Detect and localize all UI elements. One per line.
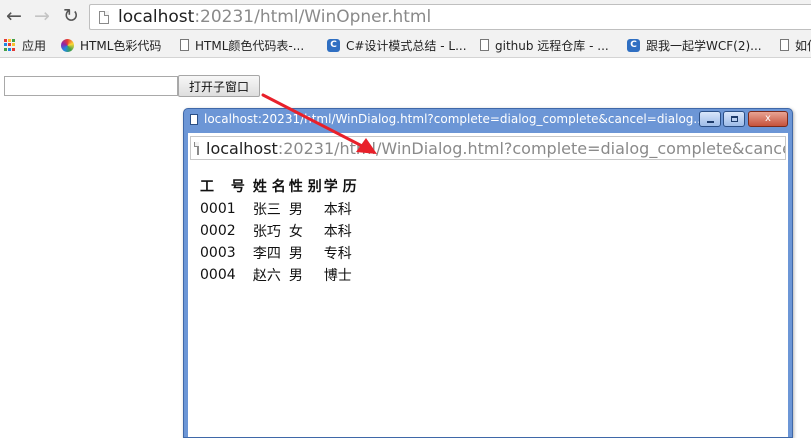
maximize-icon xyxy=(730,116,738,122)
cell-name: 李四 xyxy=(252,246,281,262)
table-row: 0004 赵六 男 博士 xyxy=(200,264,360,286)
popup-title: localhost:20231/html/WinDialog.html?comp… xyxy=(190,112,705,126)
minimize-button[interactable] xyxy=(699,111,721,127)
page-icon xyxy=(480,39,489,51)
minimize-icon xyxy=(706,120,714,123)
cell-id: 0003 xyxy=(200,245,236,261)
column-header-name: 姓 名 xyxy=(252,179,286,195)
page-icon xyxy=(99,10,109,24)
cell-education: 本科 xyxy=(323,202,352,218)
cell-education: 专科 xyxy=(323,246,352,262)
bookmark-csharp-patterns[interactable]: C C#设计模式总结 - L... xyxy=(327,36,467,54)
back-arrow-icon[interactable]: ← xyxy=(2,5,26,27)
table-row: 0003 李四 男 专科 xyxy=(200,242,360,264)
address-bar[interactable]: localhost:20231/html/WinOpner.html xyxy=(89,4,811,30)
popup-titlebar[interactable]: localhost:20231/html/WinDialog.html?comp… xyxy=(184,109,792,131)
bookmark-html-color-table[interactable]: HTML颜色代码表-... xyxy=(180,36,304,54)
cell-education: 博士 xyxy=(323,268,352,284)
cell-gender: 女 xyxy=(288,224,303,240)
address-url: localhost:20231/html/WinOpner.html xyxy=(118,7,432,27)
cell-education: 本科 xyxy=(323,224,352,240)
maximize-button[interactable] xyxy=(723,111,745,127)
column-header-id: 工 号 xyxy=(200,179,251,195)
open-child-window-button[interactable]: 打开子窗口 xyxy=(178,75,260,97)
bookmark-wcf[interactable]: C 跟我一起学WCF(2)... xyxy=(627,36,762,54)
browser-toolbar: ← → ↻ localhost:20231/html/WinOpner.html xyxy=(0,0,811,33)
page-icon xyxy=(180,39,189,51)
cell-id: 0004 xyxy=(200,267,236,283)
column-header-education: 学 历 xyxy=(323,179,357,195)
table-row: 0002 张巧 女 本科 xyxy=(200,220,360,242)
cell-gender: 男 xyxy=(288,268,303,284)
close-icon: x xyxy=(765,113,771,124)
cnblogs-icon: C xyxy=(327,38,340,52)
close-button[interactable]: x xyxy=(748,111,788,127)
bookmark-apps[interactable]: 应用 xyxy=(4,36,46,54)
popup-address-url: localhost:20231/html/WinDialog.html?comp… xyxy=(206,138,786,158)
table-row: 0001 张三 男 本科 xyxy=(200,198,360,220)
cell-name: 赵六 xyxy=(252,268,281,284)
table-header-row: 工 号 姓 名 性 别 学 历 xyxy=(200,176,360,198)
bookmark-html-colors[interactable]: HTML色彩代码 xyxy=(61,36,161,54)
cell-name: 张三 xyxy=(252,202,281,218)
cell-id: 0002 xyxy=(200,223,236,239)
result-input[interactable] xyxy=(4,76,178,96)
page-icon xyxy=(190,113,198,125)
popup-window: localhost:20231/html/WinDialog.html?comp… xyxy=(183,108,793,438)
cell-name: 张巧 xyxy=(252,224,281,240)
bookmark-how-to[interactable]: 如何 xyxy=(780,36,811,54)
employee-table: 工 号 姓 名 性 别 学 历 0001 张三 男 本科 0002 张巧 女 本 xyxy=(200,176,360,286)
popup-address-bar: localhost:20231/html/WinDialog.html?comp… xyxy=(190,136,786,160)
bookmarks-bar: 应用 HTML色彩代码 HTML颜色代码表-... C C#设计模式总结 - L… xyxy=(0,33,811,58)
page-icon xyxy=(780,39,789,51)
cell-gender: 男 xyxy=(288,202,303,218)
color-wheel-icon xyxy=(61,38,74,52)
popup-content: localhost:20231/html/WinDialog.html?comp… xyxy=(188,133,788,437)
column-header-gender: 性 别 xyxy=(288,179,322,195)
apps-icon xyxy=(4,39,16,51)
forward-arrow-icon[interactable]: → xyxy=(30,5,54,27)
cnblogs-icon: C xyxy=(627,38,640,52)
cell-gender: 男 xyxy=(288,246,303,262)
reload-icon[interactable]: ↻ xyxy=(59,5,83,27)
bookmark-github-repo[interactable]: github 远程仓库 - ... xyxy=(480,36,609,54)
page-icon xyxy=(194,141,199,155)
cell-id: 0001 xyxy=(200,201,236,217)
